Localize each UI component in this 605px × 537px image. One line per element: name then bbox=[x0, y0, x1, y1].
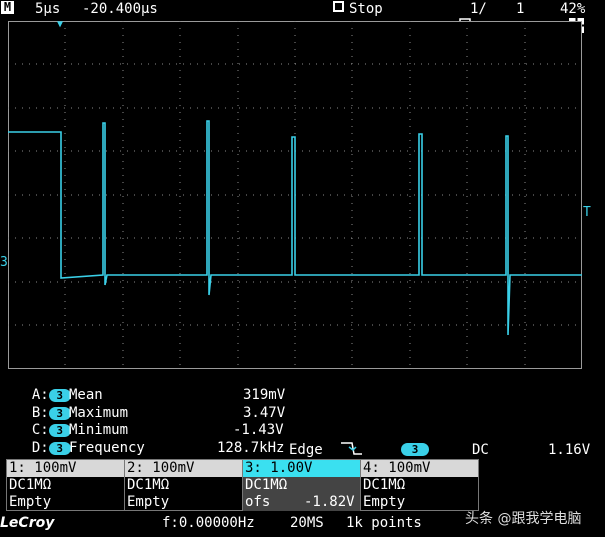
falling-edge-icon bbox=[340, 441, 364, 461]
channel-1-scale: 1: 100mV bbox=[7, 460, 124, 477]
channel-4-coupling: DC1MΩ bbox=[363, 477, 406, 493]
sample-rate: 20MS bbox=[290, 515, 324, 531]
channel-badge: 3 bbox=[48, 442, 71, 455]
trigger-level[interactable]: 1.16V bbox=[548, 442, 590, 458]
measurement-name: Frequency bbox=[69, 440, 145, 456]
measurement-value: 3.47V bbox=[243, 405, 286, 421]
run-state[interactable]: Stop bbox=[349, 1, 383, 17]
brand-logo: LeCroy bbox=[0, 515, 55, 531]
trigger-level-marker[interactable]: T bbox=[583, 205, 591, 220]
measurement-name: Maximum bbox=[69, 405, 129, 421]
channel-4-scale: 4: 100mV bbox=[361, 460, 478, 477]
trigger-type[interactable]: Edge bbox=[289, 442, 323, 458]
measurement-name: Minimum bbox=[69, 422, 129, 438]
watermark: 头条 @跟我学电脑 bbox=[465, 511, 582, 527]
channel-1-offset: Empty bbox=[9, 494, 52, 510]
channel-2-coupling: DC1MΩ bbox=[127, 477, 170, 493]
trigger-channel-badge[interactable]: 3 bbox=[401, 443, 429, 456]
trigger-frequency: f:0.00000Hz bbox=[162, 515, 255, 531]
acquisition-count: 1/ bbox=[470, 1, 487, 17]
channel-4-offset: Empty bbox=[363, 494, 406, 510]
channel-2-offset: Empty bbox=[127, 494, 170, 510]
waveform-display[interactable] bbox=[8, 21, 582, 369]
measurement-d[interactable]: D: 3 Frequency 128.7kHz bbox=[15, 424, 285, 456]
channel-3-box[interactable]: 3: 1.00V DC1MΩ ofs -1.82V bbox=[242, 459, 361, 511]
footer-bar: LeCroy f:0.00000Hz 20MS 1k points 头条 @跟我… bbox=[0, 511, 605, 537]
delay-readout[interactable]: -20.400µs bbox=[82, 1, 158, 17]
channel-2-scale: 2: 100mV bbox=[125, 460, 242, 477]
acquisition-total: 1 bbox=[516, 1, 525, 17]
trigger-position-marker[interactable]: ▼ bbox=[57, 19, 63, 30]
trigger-coupling[interactable]: DC bbox=[472, 442, 489, 458]
channel-3-offset: ofs -1.82V bbox=[243, 494, 360, 511]
status-bar: M 5µs -20.400µs Stop 1/ 1 42% bbox=[0, 0, 605, 33]
battery-level: 42% bbox=[560, 1, 586, 17]
measurement-value: 319mV bbox=[243, 387, 286, 403]
channel-4-box[interactable]: 4: 100mV DC1MΩ Empty bbox=[360, 459, 479, 511]
measurement-value: 128.7kHz bbox=[217, 440, 285, 456]
timebase-readout[interactable]: 5µs bbox=[35, 1, 60, 17]
measurement-key: D: bbox=[31, 440, 49, 456]
channel-3-coupling: DC1MΩ bbox=[243, 477, 360, 494]
measurement-value: -1.43V bbox=[233, 422, 284, 438]
mode-indicator[interactable]: M bbox=[1, 1, 14, 14]
channel-1-coupling: DC1MΩ bbox=[9, 477, 52, 493]
channel-3-scale: 3: 1.00V bbox=[243, 460, 360, 477]
channel-3-reference-marker[interactable]: 3 bbox=[0, 255, 8, 270]
channel-2-box[interactable]: 2: 100mV DC1MΩ Empty bbox=[124, 459, 243, 511]
record-length: 1k points bbox=[346, 515, 422, 531]
stop-icon bbox=[333, 1, 344, 12]
measurement-name: Mean bbox=[69, 387, 103, 403]
channel-1-box[interactable]: 1: 100mV DC1MΩ Empty bbox=[6, 459, 125, 511]
